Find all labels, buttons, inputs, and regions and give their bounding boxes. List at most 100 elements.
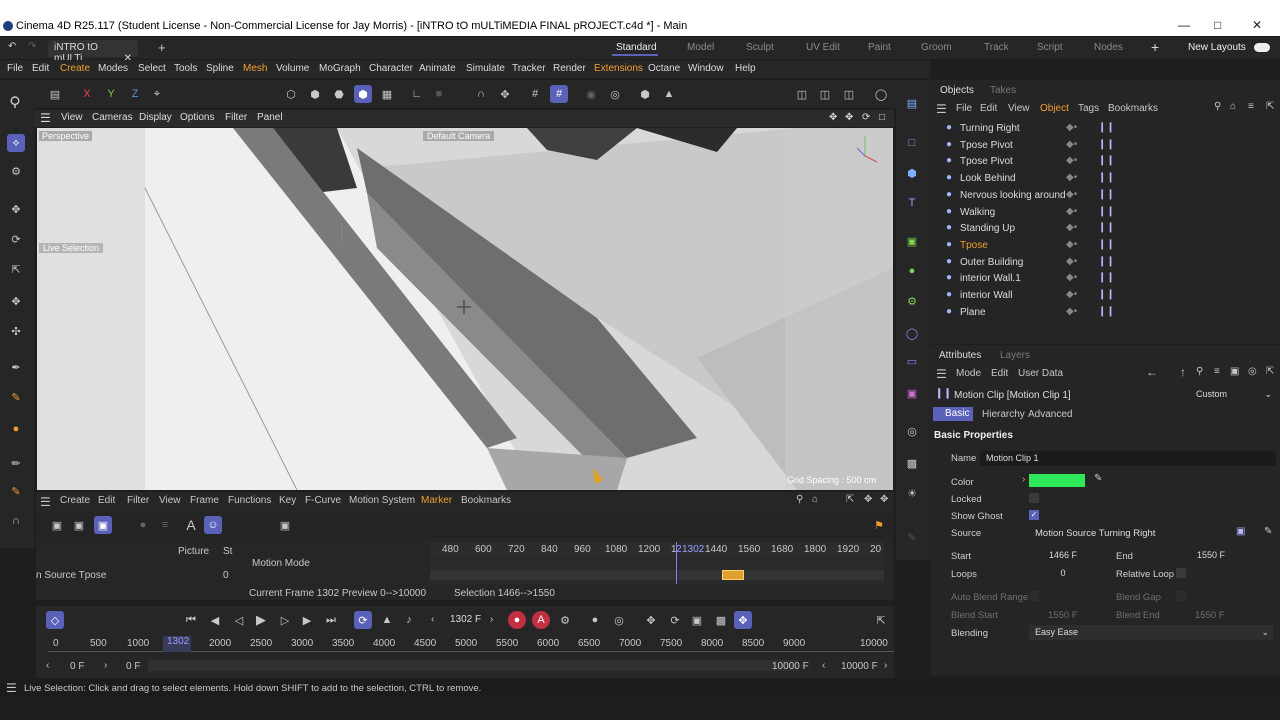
- camera-label[interactable]: Default Camera: [423, 131, 495, 141]
- texture-mode-icon[interactable]: ▦: [378, 85, 396, 103]
- object-name[interactable]: Tpose Pivot: [960, 140, 1013, 151]
- layout-model[interactable]: Model: [687, 42, 714, 53]
- object-row[interactable]: ● interior Wall.1 ◆• ❙❙: [930, 270, 1280, 286]
- menu-file[interactable]: File: [7, 63, 23, 74]
- eyedropper-icon[interactable]: ✎: [1094, 473, 1102, 484]
- menu-octane[interactable]: Octane: [648, 63, 680, 74]
- frame-field[interactable]: 1302 F: [450, 614, 481, 625]
- field-icon[interactable]: ◯: [903, 324, 921, 342]
- range-end-next[interactable]: ›: [884, 660, 887, 671]
- objects-search-icon[interactable]: ⚲: [1214, 101, 1221, 112]
- timeline-menu-key[interactable]: Key: [279, 495, 296, 506]
- menu-animate[interactable]: Animate: [419, 63, 456, 74]
- go-to-end-icon[interactable]: ⏭: [322, 611, 340, 629]
- selection-options-icon[interactable]: ⚙: [7, 162, 25, 180]
- object-tag-icon[interactable]: ❙❙: [1098, 239, 1115, 250]
- new-panel-icon[interactable]: ◎: [1248, 366, 1257, 377]
- layout-nodes[interactable]: Nodes: [1094, 42, 1123, 53]
- auto-blend-checkbox[interactable]: [1029, 591, 1039, 601]
- object-row[interactable]: ● interior Wall ◆• ❙❙: [930, 287, 1280, 303]
- viewport-menu-panel[interactable]: Panel: [257, 112, 283, 123]
- cube-icon[interactable]: ⬢: [903, 164, 921, 182]
- menu-edit[interactable]: Edit: [32, 63, 49, 74]
- name-field[interactable]: Motion Clip 1: [980, 451, 1276, 466]
- menu-tools[interactable]: Tools: [174, 63, 197, 74]
- polygons-mode-icon[interactable]: ⬣: [330, 85, 348, 103]
- new-layouts-label[interactable]: New Layouts: [1188, 42, 1246, 53]
- blend-end-value[interactable]: 1550 F: [1195, 610, 1225, 621]
- object-tag-icon[interactable]: ❙❙: [1098, 222, 1115, 233]
- objects-menu-object[interactable]: Object: [1040, 103, 1069, 114]
- visibility-dots-icon[interactable]: ◆•: [1066, 189, 1077, 200]
- objects-menu-edit[interactable]: Edit: [980, 103, 997, 114]
- snap-settings-icon[interactable]: ■: [430, 85, 448, 103]
- timeline-menu-filter[interactable]: Filter: [127, 495, 149, 506]
- dope-sheet-icon[interactable]: ▣: [48, 516, 66, 534]
- grid-snap-icon[interactable]: #: [526, 85, 544, 103]
- layer-icon[interactable]: ●: [134, 516, 152, 534]
- source-picker-icon[interactable]: ✎: [1264, 526, 1272, 537]
- object-tag-icon[interactable]: ❙❙: [1098, 122, 1115, 133]
- solo-icon[interactable]: ◉: [582, 85, 600, 103]
- attributes-menu-mode[interactable]: Mode: [956, 368, 981, 379]
- timeline-menu-view[interactable]: View: [159, 495, 181, 506]
- objects-menu-view[interactable]: View: [1008, 103, 1030, 114]
- relative-loop-checkbox[interactable]: [1176, 568, 1186, 578]
- enable-axis-icon[interactable]: ✥: [496, 85, 514, 103]
- menu-character[interactable]: Character: [369, 63, 413, 74]
- track-area[interactable]: [430, 542, 884, 584]
- menu-simulate[interactable]: Simulate: [466, 63, 505, 74]
- object-tag-icon[interactable]: ❙❙: [1098, 256, 1115, 267]
- axis-x-icon[interactable]: X: [78, 85, 96, 103]
- visibility-dots-icon[interactable]: ◆•: [1066, 239, 1077, 250]
- layout-standard[interactable]: Standard: [616, 42, 657, 53]
- null-object-icon[interactable]: □: [903, 134, 921, 152]
- key-position-icon[interactable]: ✥: [642, 611, 660, 629]
- layout-paint[interactable]: Paint: [868, 42, 891, 53]
- volume-icon[interactable]: ▭: [903, 352, 921, 370]
- keyframe-selection-icon[interactable]: ●: [586, 611, 604, 629]
- timeline-menu-marker[interactable]: Marker: [421, 495, 452, 506]
- brush-icon[interactable]: ✏: [7, 454, 25, 472]
- octane-live-viewer-icon[interactable]: ◯: [872, 85, 890, 103]
- back-arrow-icon[interactable]: ←: [1146, 365, 1158, 379]
- menu-render[interactable]: Render: [553, 63, 586, 74]
- object-name[interactable]: Walking: [960, 207, 995, 218]
- preview-end-label[interactable]: 10000 F: [772, 661, 809, 672]
- tab-takes[interactable]: Takes: [990, 85, 1016, 96]
- keyframe-mode-icon[interactable]: ◇: [46, 611, 64, 629]
- object-row[interactable]: ● Turning Right ◆• ❙❙: [930, 120, 1280, 136]
- object-tag-icon[interactable]: ❙❙: [1098, 306, 1115, 317]
- sketch-icon[interactable]: ✎: [903, 528, 921, 546]
- range-end-prev[interactable]: ‹: [822, 660, 825, 671]
- object-tag-icon[interactable]: ❙❙: [1098, 172, 1115, 183]
- object-name[interactable]: Look Behind: [960, 173, 1016, 184]
- objects-home-icon[interactable]: ⌂: [1230, 101, 1236, 112]
- font-icon[interactable]: A: [182, 516, 200, 534]
- preset-dropdown[interactable]: Custom ⌄: [1190, 387, 1274, 402]
- previous-key-icon[interactable]: ◀: [206, 611, 224, 629]
- next-key-icon[interactable]: ▶: [298, 611, 316, 629]
- object-row[interactable]: ● Tpose Pivot ◆• ❙❙: [930, 153, 1280, 169]
- subtab-basic[interactable]: Basic: [933, 407, 973, 421]
- show-ghost-checkbox[interactable]: ✓: [1029, 510, 1039, 520]
- fcurve-mode-icon[interactable]: ▣: [70, 516, 88, 534]
- menu-create[interactable]: Create: [60, 63, 90, 74]
- mograph-icon[interactable]: ▣: [903, 384, 921, 402]
- light-icon[interactable]: ☀: [903, 484, 921, 502]
- render-picture-viewer-icon[interactable]: ◫: [816, 85, 834, 103]
- loop-icon[interactable]: ⟳: [354, 611, 372, 629]
- frame-next-arrow[interactable]: ›: [490, 614, 493, 625]
- timeline-expand-icon[interactable]: ⇱: [846, 494, 854, 505]
- minimize-icon[interactable]: —: [1178, 18, 1190, 32]
- object-name[interactable]: interior Wall: [960, 290, 1012, 301]
- transform-icon[interactable]: ✥: [7, 292, 25, 310]
- menu-mograph[interactable]: MoGraph: [319, 63, 361, 74]
- object-tag-icon[interactable]: ❙❙: [1098, 189, 1115, 200]
- cloner-icon[interactable]: ●: [903, 262, 921, 280]
- attributes-menu-edit[interactable]: Edit: [991, 368, 1008, 379]
- range-start-next[interactable]: ›: [104, 660, 107, 671]
- range-end-field[interactable]: 10000 F: [841, 661, 878, 672]
- solo-hierarchy-icon[interactable]: ◎: [606, 85, 624, 103]
- move-icon[interactable]: ✥: [7, 200, 25, 218]
